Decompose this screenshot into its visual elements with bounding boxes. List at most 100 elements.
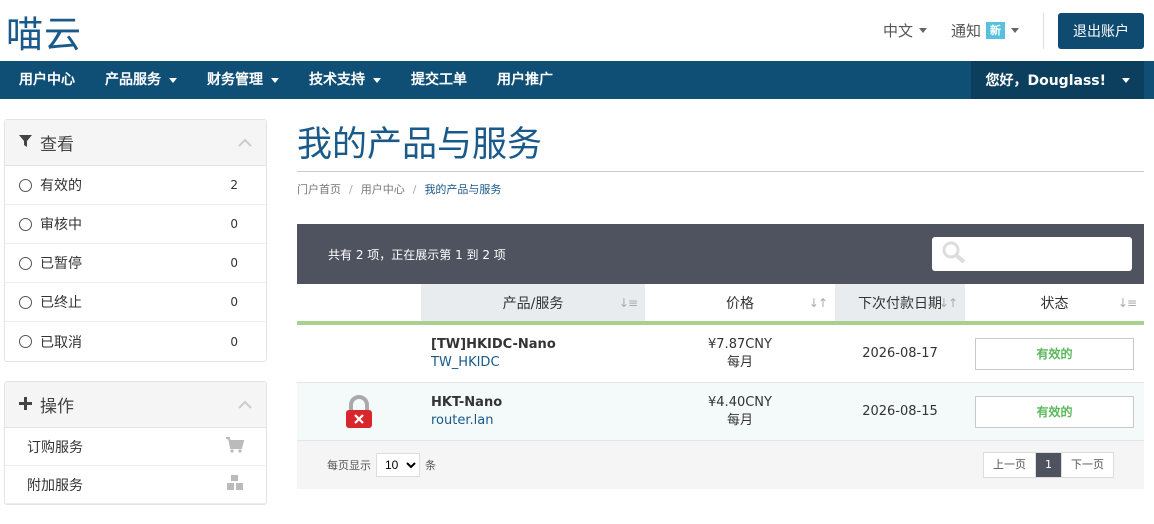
action-label: 附加服务 [27, 477, 83, 494]
table-toolbar: 共有 2 项，正在展示第 1 到 2 项 [297, 224, 1148, 284]
cubes-icon [226, 474, 244, 495]
page-1-button[interactable]: 1 [1035, 453, 1062, 477]
radio-icon[interactable] [19, 256, 32, 270]
status-badge: 有效的 [975, 395, 1134, 428]
nav-item-4[interactable]: 提交工单 [396, 61, 482, 99]
filter-label: 已取消 [40, 334, 82, 351]
nav-items: 用户中心 产品服务 财务管理 技术支持 提交工单 用户推广 [4, 61, 568, 99]
nav-item-label: 产品服务 [105, 72, 161, 88]
site-logo[interactable]: 喵云 [6, 4, 82, 58]
cart-icon [226, 436, 245, 457]
language-dropdown[interactable]: 中文 [883, 20, 927, 41]
table-info: 共有 2 项，正在展示第 1 到 2 项 [328, 247, 506, 262]
sort-icon: ↓↑ [938, 295, 958, 310]
radio-icon[interactable] [19, 335, 32, 348]
product-domain[interactable]: TW_HKIDC [431, 354, 500, 372]
filter-item[interactable]: 有效的 2 [5, 166, 266, 205]
chevron-down-icon [169, 77, 177, 83]
notifications-label: 通知 [950, 22, 981, 40]
billing-cycle: 每月 [726, 412, 753, 428]
view-panel-header[interactable]: 查看 [5, 120, 266, 166]
next-page-button[interactable]: 下一页 [1062, 453, 1113, 477]
col-product[interactable]: 产品/服务 ↓≡ [421, 284, 645, 321]
prev-page-button[interactable]: 上一页 [984, 453, 1035, 477]
user-menu-dropdown[interactable]: 您好，Douglass! [971, 61, 1144, 99]
radio-icon[interactable] [19, 217, 32, 231]
billing-cycle: 每月 [726, 354, 753, 370]
breadcrumb-home[interactable]: 门户首页 [297, 183, 341, 196]
main-content: 我的产品与服务 门户首页 / 用户中心 / 我的产品与服务 共有 2 项，正在展示第 1… [297, 119, 1148, 489]
sort-icon: ↓↑ [808, 295, 828, 310]
col-next-due[interactable]: 下次付款日期 ↓↑ [835, 284, 965, 321]
radio-icon[interactable] [19, 295, 32, 309]
nav-item-0[interactable]: 用户中心 [4, 61, 90, 99]
top-header: 喵云 中文 通知 新 退出账户 [0, 0, 1154, 61]
nav-item-2[interactable]: 财务管理 [192, 61, 294, 99]
view-panel: 查看 有效的 2 审核中 0 已暂停 0 已终止 0 已取消 0 [4, 119, 267, 362]
logout-button[interactable]: 退出账户 [1058, 12, 1144, 49]
col-product-label: 产品/服务 [502, 295, 564, 312]
chevron-up-icon[interactable] [238, 135, 252, 151]
user-greeting: 您好，Douglass! [985, 73, 1106, 89]
filter-count: 0 [230, 334, 238, 349]
actions-panel: 操作 订购服务附加服务 [4, 381, 267, 505]
language-label: 中文 [882, 22, 913, 40]
chevron-up-icon[interactable] [238, 397, 252, 413]
lock-icon [345, 394, 373, 429]
filter-list: 有效的 2 审核中 0 已暂停 0 已终止 0 已取消 0 [5, 166, 266, 361]
action-item[interactable]: 订购服务 [5, 428, 266, 466]
product-cell: [TW]HKIDC-Nano TW_HKIDC [421, 325, 645, 382]
col-status[interactable]: 状态 ↓≡ [965, 284, 1144, 321]
chevron-down-icon [1122, 77, 1130, 83]
nav-item-label: 技术支持 [309, 72, 365, 88]
col-next-due-label: 下次付款日期 [858, 295, 942, 312]
price-cell: ¥4.40CNY 每月 [645, 383, 835, 440]
search-input[interactable] [972, 246, 1148, 262]
nav-item-1[interactable]: 产品服务 [90, 61, 192, 99]
actions-panel-title: 操作 [40, 397, 74, 417]
nav-item-3[interactable]: 技术支持 [294, 61, 396, 99]
table-row[interactable]: HKT-Nano router.lan ¥4.40CNY 每月 2026-08-15 有效… [297, 383, 1144, 441]
nav-item-label: 用户中心 [19, 72, 75, 88]
per-page-select[interactable]: 10 [376, 453, 420, 477]
chevron-down-icon [271, 77, 279, 83]
actions-panel-header[interactable]: 操作 [5, 382, 266, 428]
next-due-cell: 2026-08-15 [835, 383, 965, 440]
pagination: 上一页 1 下一页 [983, 452, 1114, 478]
product-domain[interactable]: router.lan [431, 412, 493, 430]
nav-item-label: 提交工单 [411, 72, 467, 88]
col-price-label: 价格 [726, 295, 754, 312]
sort-asc-icon: ↓≡ [618, 295, 638, 310]
table-row[interactable]: [TW]HKIDC-Nano TW_HKIDC ¥7.87CNY 每月 2026-08-… [297, 325, 1144, 383]
filter-item[interactable]: 已暂停 0 [5, 244, 266, 283]
filter-item[interactable]: 已取消 0 [5, 322, 266, 361]
filter-icon [19, 134, 32, 152]
filter-count: 0 [230, 295, 238, 309]
filter-item[interactable]: 已终止 0 [5, 283, 266, 322]
row-icon-cell [297, 325, 421, 382]
filter-label: 审核中 [40, 217, 82, 233]
price-value: ¥4.40CNY [708, 394, 772, 410]
filter-item[interactable]: 审核中 0 [5, 205, 266, 244]
status-badge: 有效的 [975, 337, 1134, 370]
row-icon-cell [297, 383, 421, 440]
status-cell: 有效的 [965, 383, 1144, 440]
filter-count: 0 [230, 217, 238, 231]
action-list: 订购服务附加服务 [5, 428, 266, 504]
breadcrumb-client-area[interactable]: 用户中心 [361, 183, 405, 196]
action-item[interactable]: 附加服务 [5, 466, 266, 504]
nav-item-5[interactable]: 用户推广 [482, 61, 568, 99]
filter-label: 已暂停 [40, 256, 82, 272]
next-due-date: 2026-08-15 [862, 404, 938, 419]
breadcrumb: 门户首页 / 用户中心 / 我的产品与服务 [297, 183, 502, 196]
col-price[interactable]: 价格 ↓↑ [645, 284, 835, 321]
notifications-dropdown[interactable]: 通知 新 [951, 20, 1019, 41]
table-search[interactable] [932, 237, 1148, 271]
filter-label: 有效的 [40, 178, 82, 194]
filter-label: 已终止 [40, 295, 82, 311]
per-page-label: 每页显示 [327, 459, 371, 472]
sort-asc-icon: ↓≡ [1117, 295, 1137, 310]
col-icon [297, 284, 421, 321]
view-panel-title: 查看 [40, 135, 74, 155]
radio-icon[interactable] [19, 178, 32, 192]
